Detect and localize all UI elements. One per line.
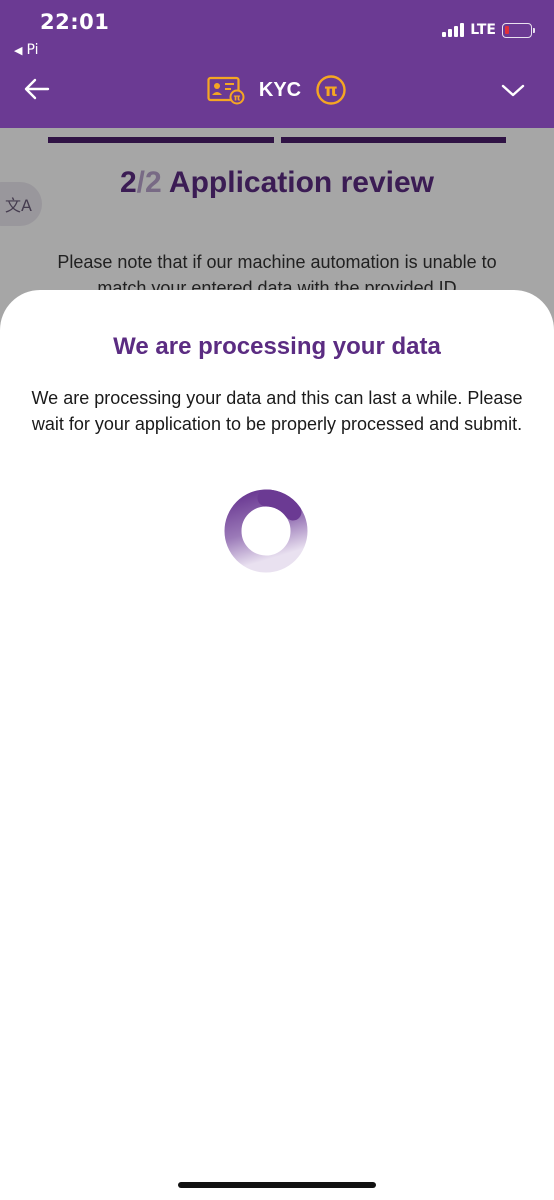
back-app-label: Pi — [26, 42, 39, 58]
pi-coin-icon: π — [316, 75, 346, 105]
id-card-icon: π — [207, 76, 245, 105]
chevron-down-icon[interactable] — [500, 80, 526, 100]
svg-text:π: π — [324, 81, 337, 101]
processing-sheet: We are processing your data We are proce… — [0, 290, 554, 1200]
status-time: 22:01 — [40, 10, 110, 34]
back-to-app-link[interactable]: ◀ Pi — [14, 42, 39, 58]
signal-icon — [442, 23, 465, 37]
status-indicators: LTE — [442, 22, 535, 38]
app-header: 22:01 ◀ Pi LTE π KYC π — [0, 0, 554, 128]
back-triangle-icon: ◀ — [14, 43, 23, 57]
loading-spinner-icon — [224, 489, 308, 573]
svg-text:π: π — [233, 94, 240, 104]
home-indicator[interactable] — [178, 1182, 376, 1188]
sheet-title: We are processing your data — [113, 333, 441, 360]
battery-icon — [502, 22, 535, 38]
page-title: KYC — [258, 78, 302, 101]
nav-title-group: π KYC π — [0, 74, 554, 106]
sheet-message: We are processing your data and this can… — [31, 388, 523, 434]
network-label: LTE — [470, 22, 496, 38]
